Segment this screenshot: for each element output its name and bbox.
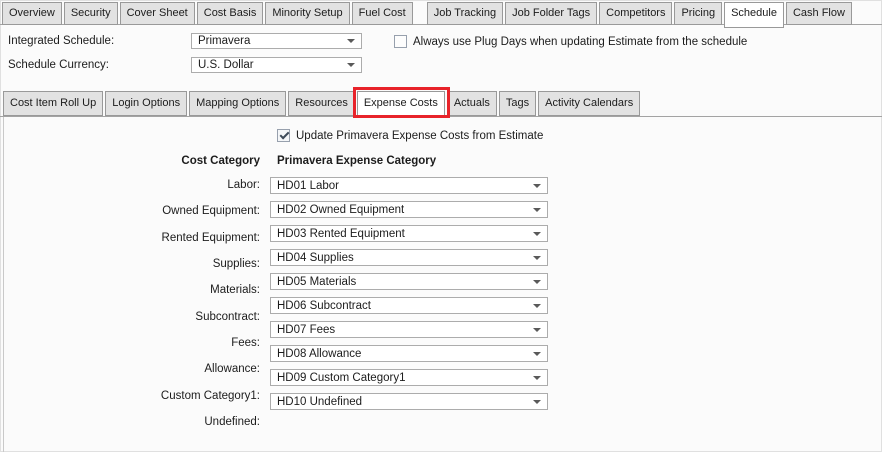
tab-competitors[interactable]: Competitors [599, 2, 672, 25]
tab-security[interactable]: Security [64, 2, 118, 25]
expense-costs-tab-highlight [353, 87, 450, 118]
primavera-expense-dropdown-hd01-labor[interactable]: HD01 Labor [270, 177, 548, 194]
cost-category-label-materials: Materials: [40, 284, 260, 297]
cost-category-label-subcontract: Subcontract: [40, 311, 260, 324]
tab-tags[interactable]: Tags [499, 91, 536, 116]
checkbox-icon [394, 35, 407, 48]
update-expense-costs-checkbox[interactable]: Update Primavera Expense Costs from Esti… [277, 129, 543, 142]
tab-pricing[interactable]: Pricing [674, 2, 722, 25]
tab-overview[interactable]: Overview [2, 2, 62, 25]
chevron-down-icon [533, 184, 541, 188]
tab-activity-calendars[interactable]: Activity Calendars [538, 91, 640, 116]
tab-cover-sheet[interactable]: Cover Sheet [120, 2, 195, 25]
tab-resources[interactable]: Resources [288, 91, 355, 116]
chevron-down-icon [347, 39, 355, 43]
dropdown-value: HD05 Materials [277, 274, 356, 290]
chevron-down-icon [533, 400, 541, 404]
primavera-expense-dropdown-hd05-materials[interactable]: HD05 Materials [270, 273, 548, 290]
chevron-down-icon [533, 352, 541, 356]
chevron-down-icon [347, 63, 355, 67]
tab-login-options[interactable]: Login Options [105, 91, 187, 116]
update-expense-costs-checkbox-label: Update Primavera Expense Costs from Esti… [296, 130, 543, 142]
tab-schedule[interactable]: Schedule [724, 2, 784, 28]
primavera-expense-dropdown-hd03-rented-equipment[interactable]: HD03 Rented Equipment [270, 225, 548, 242]
primavera-expense-dropdown-hd06-subcontract[interactable]: HD06 Subcontract [270, 297, 548, 314]
tab-page-left-border [3, 116, 4, 452]
cost-category-label-rented-equipment: Rented Equipment: [40, 232, 260, 245]
chevron-down-icon [533, 280, 541, 284]
primavera-expense-dropdown-hd02-owned-equipment[interactable]: HD02 Owned Equipment [270, 201, 548, 218]
chevron-down-icon [533, 232, 541, 236]
cost-category-label-allowance: Allowance: [40, 363, 260, 376]
chevron-down-icon [533, 208, 541, 212]
plug-days-checkbox-label: Always use Plug Days when updating Estim… [413, 36, 747, 48]
integrated-schedule-dropdown[interactable]: Primavera [191, 33, 362, 49]
primavera-expense-dropdown-hd07-fees[interactable]: HD07 Fees [270, 321, 548, 338]
dropdown-value: HD04 Supplies [277, 250, 354, 266]
primavera-expense-dropdown-hd10-undefined[interactable]: HD10 Undefined [270, 393, 548, 410]
cost-category-label-custom-category1: Custom Category1: [40, 390, 260, 403]
tab-cost-basis[interactable]: Cost Basis [197, 2, 264, 25]
cost-category-column-header: Cost Category [60, 154, 260, 168]
tab-fuel-cost[interactable]: Fuel Cost [352, 2, 413, 25]
dropdown-value: HD08 Allowance [277, 346, 361, 362]
chevron-down-icon [533, 304, 541, 308]
dropdown-value: HD01 Labor [277, 178, 339, 194]
sub-tab-bar: Cost Item Roll UpLogin OptionsMapping Op… [3, 91, 642, 118]
dropdown-value: HD02 Owned Equipment [277, 202, 404, 218]
tab-actuals[interactable]: Actuals [447, 91, 497, 116]
cost-category-label-owned-equipment: Owned Equipment: [40, 205, 260, 218]
schedule-currency-label: Schedule Currency: [8, 58, 109, 72]
dropdown-value: U.S. Dollar [198, 58, 254, 73]
tab-mapping-options[interactable]: Mapping Options [189, 91, 286, 116]
schedule-currency-dropdown[interactable]: U.S. Dollar [191, 57, 362, 73]
primavera-expense-dropdown-hd04-supplies[interactable]: HD04 Supplies [270, 249, 548, 266]
dropdown-value: HD10 Undefined [277, 394, 362, 410]
tab-minority-setup[interactable]: Minority Setup [265, 2, 349, 25]
cost-category-label-undefined: Undefined: [40, 416, 260, 429]
dropdown-value: Primavera [198, 34, 250, 49]
dropdown-value: HD09 Custom Category1 [277, 370, 405, 386]
dropdown-value: HD06 Subcontract [277, 298, 371, 314]
schedule-settings-screen: OverviewSecurityCover SheetCost BasisMin… [0, 0, 882, 452]
dropdown-value: HD07 Fees [277, 322, 335, 338]
primavera-expense-category-column-header: Primavera Expense Category [277, 154, 436, 168]
tab-cash-flow[interactable]: Cash Flow [786, 2, 852, 25]
chevron-down-icon [533, 328, 541, 332]
dropdown-value: HD03 Rented Equipment [277, 226, 405, 242]
chevron-down-icon [533, 376, 541, 380]
checkbox-icon [277, 129, 290, 142]
chevron-down-icon [533, 256, 541, 260]
primavera-expense-dropdown-hd09-custom-category1[interactable]: HD09 Custom Category1 [270, 369, 548, 386]
primavera-expense-dropdown-hd08-allowance[interactable]: HD08 Allowance [270, 345, 548, 362]
tab-job-tracking[interactable]: Job Tracking [427, 2, 503, 25]
cost-category-label-labor: Labor: [40, 179, 260, 192]
tab-job-folder-tags[interactable]: Job Folder Tags [505, 2, 597, 25]
integrated-schedule-label: Integrated Schedule: [8, 34, 114, 48]
cost-category-label-supplies: Supplies: [40, 258, 260, 271]
tab-cost-item-roll-up[interactable]: Cost Item Roll Up [3, 91, 103, 116]
top-tab-bar: OverviewSecurityCover SheetCost BasisMin… [2, 2, 854, 28]
plug-days-checkbox[interactable]: Always use Plug Days when updating Estim… [394, 35, 747, 48]
cost-category-label-fees: Fees: [40, 337, 260, 350]
